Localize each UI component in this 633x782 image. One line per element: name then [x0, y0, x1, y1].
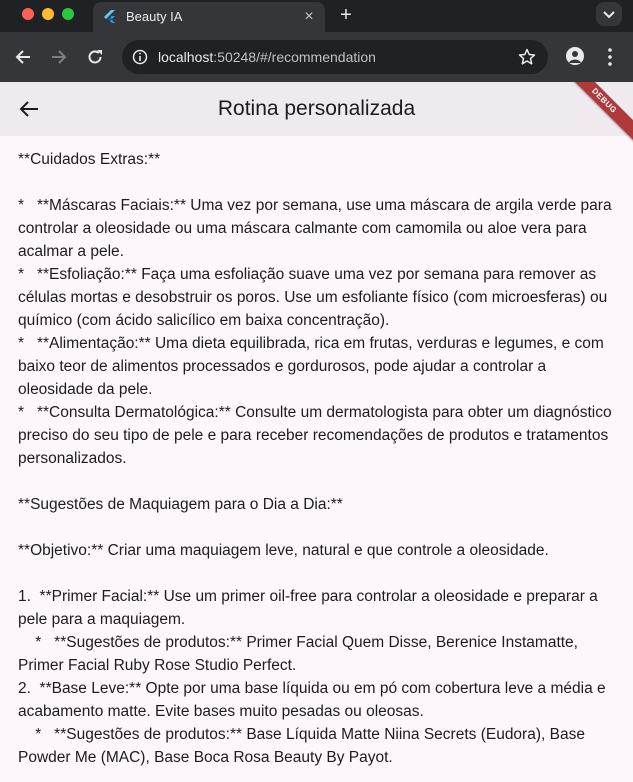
tab-close-icon[interactable]: × [299, 7, 319, 27]
text-line: * **Alimentação:** Uma dieta equilibrada… [18, 335, 609, 398]
bookmark-star-icon[interactable] [518, 48, 536, 66]
address-bar[interactable]: localhost:50248/#/recommendation [122, 40, 548, 74]
more-options-icon[interactable] [604, 46, 616, 68]
text-line: * **Sugestões de produtos:** Base Líquid… [18, 726, 590, 766]
window-zoom-button[interactable] [62, 8, 74, 20]
back-arrow-icon[interactable] [13, 47, 33, 67]
url-host: localhost [158, 49, 214, 65]
text-line: * **Consulta Dermatológica:** Consulte u… [18, 404, 616, 467]
text-line: * **Máscaras Faciais:** Uma vez por sema… [18, 197, 616, 260]
line-break [18, 171, 618, 194]
recommendation-text: **Cuidados Extras:** * **Máscaras Faciai… [18, 148, 618, 769]
text-line: * **Sugestões de produtos:** Primer Faci… [18, 634, 583, 674]
chevron-down-icon [603, 11, 615, 19]
browser-tab[interactable]: Beauty IA × [93, 2, 325, 32]
window-minimize-button[interactable] [42, 8, 54, 20]
text-line: **Cuidados Extras:** [18, 151, 161, 168]
reload-icon[interactable] [85, 47, 105, 67]
tab-search-button[interactable] [596, 2, 622, 26]
page-title: Rotina personalizada [217, 97, 416, 120]
line-break [18, 516, 618, 539]
url-path: :50248/#/recommendation [213, 49, 376, 65]
window-close-button[interactable] [22, 8, 34, 20]
profile-avatar-icon[interactable] [566, 47, 584, 65]
line-break [18, 470, 618, 493]
tab-title: Beauty IA [126, 9, 183, 24]
text-line: * **Esfoliação:** Faça uma esfoliação su… [18, 266, 612, 329]
browser-toolbar: localhost:50248/#/recommendation [0, 32, 633, 82]
app-bar: Rotina personalizada [0, 82, 633, 136]
text-line: 1. **Primer Facial:** Use um primer oil-… [18, 588, 603, 628]
flutter-icon [104, 10, 115, 23]
app-screen: Rotina personalizada DEBUG **Cuidados Ex… [0, 82, 633, 782]
forward-arrow-icon[interactable] [49, 47, 69, 67]
url-text: localhost:50248/#/recommendation [158, 49, 376, 65]
text-line: 2. **Base Leve:** Opte por uma base líqu… [18, 680, 610, 720]
text-line: **Sugestões de Maquiagem para o Dia a Di… [18, 496, 343, 513]
new-tab-button[interactable]: + [335, 4, 357, 26]
site-info-icon[interactable] [132, 49, 148, 65]
browser-tab-strip: Beauty IA × + [0, 0, 633, 32]
text-line: **Objetivo:** Criar uma maquiagem leve, … [18, 542, 549, 559]
line-break [18, 562, 618, 585]
